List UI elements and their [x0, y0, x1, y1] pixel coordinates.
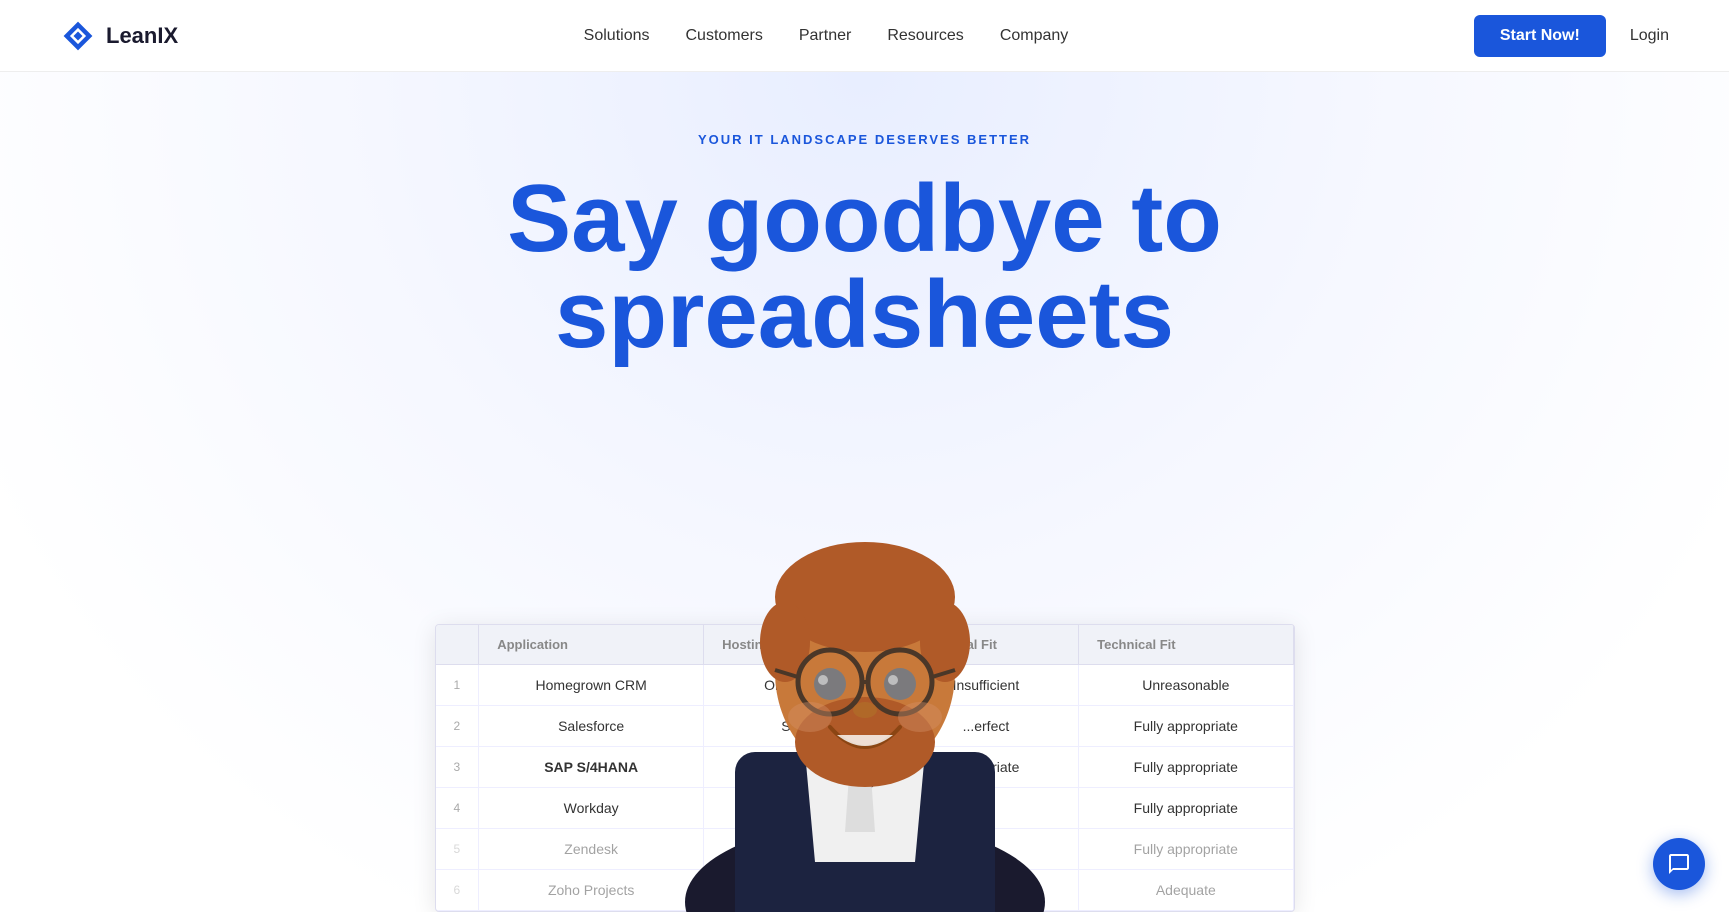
hero-eyebrow: YOUR IT LANDSCAPE DESERVES BETTER — [20, 132, 1709, 147]
hero-content: YOUR IT LANDSCAPE DESERVES BETTER Say go… — [20, 132, 1709, 363]
cell-2-2: Private Clou... — [704, 747, 894, 788]
table-row: 4WorkdaySaaS Fully appropriate — [436, 788, 1294, 829]
table-header-row: Application Hosting Functional Fit Techn… — [436, 625, 1294, 665]
nav-link-solutions[interactable]: Solutions — [584, 27, 650, 45]
table-row: 2SalesforceSaaS...erfectFully appropriat… — [436, 706, 1294, 747]
cell-5-0: 6 — [436, 870, 479, 911]
cell-2-0: 3 — [436, 747, 479, 788]
cell-4-2: SaaS — [704, 829, 894, 870]
logo[interactable]: LeanIX — [60, 18, 178, 54]
cell-0-2: On-Prem... — [704, 665, 894, 706]
cell-2-4: Fully appropriate — [1079, 747, 1293, 788]
cell-2-1: SAP S/4HANA — [479, 747, 704, 788]
cell-0-3: Insufficient — [893, 665, 1078, 706]
cell-3-4: Fully appropriate — [1079, 788, 1293, 829]
spreadsheet-table: Application Hosting Functional Fit Techn… — [436, 625, 1294, 911]
cell-2-3: ...propriate — [893, 747, 1078, 788]
nav-link-company[interactable]: Company — [1000, 27, 1068, 45]
col-num — [436, 625, 479, 665]
cell-4-1: Zendesk — [479, 829, 704, 870]
cell-1-3: ...erfect — [893, 706, 1078, 747]
table-row: 5ZendeskSaaS Fully appropriate — [436, 829, 1294, 870]
hero-headline-line2: spreadsheets — [555, 261, 1174, 368]
logo-icon — [60, 18, 96, 54]
hero-headline-line1: Say goodbye to — [507, 165, 1222, 272]
cell-0-1: Homegrown CRM — [479, 665, 704, 706]
col-hosting: Hosting — [704, 625, 894, 665]
col-application: Application — [479, 625, 704, 665]
cell-5-3 — [893, 870, 1078, 911]
hero-section: YOUR IT LANDSCAPE DESERVES BETTER Say go… — [0, 72, 1729, 912]
nav-links: Solutions Customers Partner Resources Co… — [584, 27, 1069, 45]
start-now-button[interactable]: Start Now! — [1474, 15, 1606, 57]
col-functional: Functional Fit — [893, 625, 1078, 665]
login-link[interactable]: Login — [1630, 27, 1669, 45]
cell-4-0: 5 — [436, 829, 479, 870]
cell-1-2: SaaS — [704, 706, 894, 747]
cell-3-1: Workday — [479, 788, 704, 829]
cell-3-3 — [893, 788, 1078, 829]
nav-link-resources[interactable]: Resources — [887, 27, 963, 45]
nav-link-partner[interactable]: Partner — [799, 27, 851, 45]
logo-text: LeanIX — [106, 23, 178, 49]
table-row: 1Homegrown CRMOn-Prem...InsufficientUnre… — [436, 665, 1294, 706]
cell-4-4: Fully appropriate — [1079, 829, 1293, 870]
table-row: 3SAP S/4HANAPrivate Clou......propriateF… — [436, 747, 1294, 788]
table-row: 6Zoho Projects Adequate — [436, 870, 1294, 911]
nav-link-customers[interactable]: Customers — [686, 27, 763, 45]
hero-headline: Say goodbye to spreadsheets — [20, 171, 1709, 363]
spreadsheet-table-container: Application Hosting Functional Fit Techn… — [435, 624, 1295, 912]
table-body: 1Homegrown CRMOn-Prem...InsufficientUnre… — [436, 665, 1294, 911]
cell-5-1: Zoho Projects — [479, 870, 704, 911]
nav-actions: Start Now! Login — [1474, 15, 1669, 57]
chat-icon — [1667, 852, 1691, 876]
cell-5-4: Adequate — [1079, 870, 1293, 911]
cell-1-4: Fully appropriate — [1079, 706, 1293, 747]
navbar: LeanIX Solutions Customers Partner Resou… — [0, 0, 1729, 72]
chat-support-button[interactable] — [1653, 838, 1705, 890]
col-technical: Technical Fit — [1079, 625, 1293, 665]
cell-0-4: Unreasonable — [1079, 665, 1293, 706]
cell-5-2 — [704, 870, 894, 911]
cell-4-3 — [893, 829, 1078, 870]
cell-1-1: Salesforce — [479, 706, 704, 747]
cell-0-0: 1 — [436, 665, 479, 706]
cell-3-0: 4 — [436, 788, 479, 829]
cell-3-2: SaaS — [704, 788, 894, 829]
cell-1-0: 2 — [436, 706, 479, 747]
